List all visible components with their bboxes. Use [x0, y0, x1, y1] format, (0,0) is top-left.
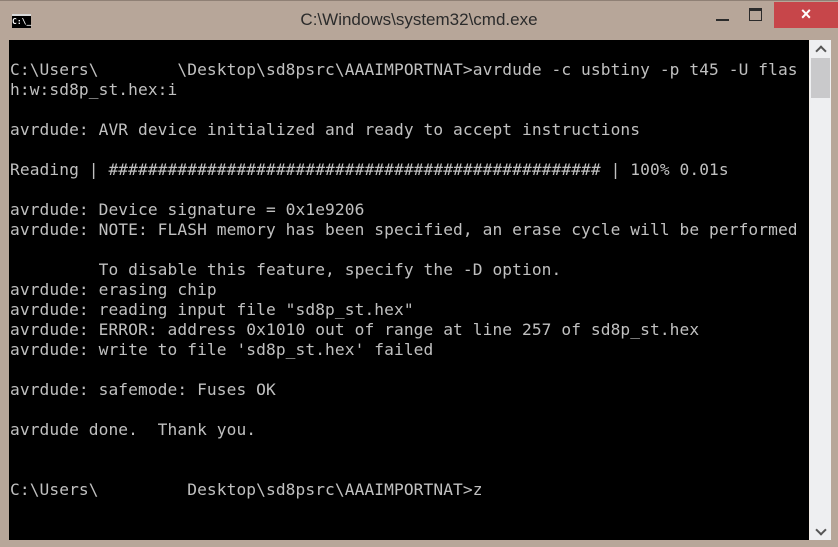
console-line: To disable this feature, specify the -D …	[10, 260, 562, 279]
scroll-down-button[interactable]	[810, 523, 831, 540]
minimize-button[interactable]	[708, 2, 736, 28]
console-line: avrdude: safemode: Fuses OK	[10, 380, 276, 399]
console-line: avrdude: Device signature = 0x1e9206	[10, 200, 365, 219]
title-bar[interactable]: C:\_ C:\Windows\system32\cmd.exe ×	[0, 0, 838, 40]
console-line: avrdude: NOTE: FLASH memory has been spe…	[10, 220, 798, 239]
chevron-down-icon	[814, 523, 827, 536]
maximize-icon	[748, 7, 762, 21]
scroll-up-button[interactable]	[810, 40, 831, 57]
console-line: avrdude: erasing chip	[10, 280, 217, 299]
console-line: avrdude: ERROR: address 0x1010 out of ra…	[10, 320, 700, 339]
console-line: avrdude done. Thank you.	[10, 420, 257, 439]
chevron-up-icon	[814, 44, 827, 57]
console-line: h:w:sd8p_st.hex:i	[10, 80, 178, 99]
scroll-thumb[interactable]	[811, 58, 830, 98]
close-button[interactable]: ×	[774, 2, 838, 28]
console-line: avrdude: AVR device initialized and read…	[10, 120, 641, 139]
console-line: avrdude: reading input file "sd8p_st.hex…	[10, 300, 414, 319]
console-text: C:\Users\ \Desktop\sd8psrc\AAAIMPORTNAT>…	[10, 60, 798, 500]
minimize-icon	[715, 19, 729, 21]
console-line: avrdude: write to file 'sd8p_st.hex' fai…	[10, 340, 434, 359]
close-icon: ×	[800, 3, 812, 24]
console-output[interactable]: C:\Users\ \Desktop\sd8psrc\AAAIMPORTNAT>…	[9, 40, 809, 540]
console-line: Reading | ##############################…	[10, 160, 729, 179]
vertical-scrollbar[interactable]	[809, 40, 831, 540]
console-line: C:\Users\ \Desktop\sd8psrc\AAAIMPORTNAT>…	[10, 60, 798, 79]
maximize-button[interactable]	[738, 2, 772, 28]
console-line: C:\Users\ Desktop\sd8psrc\AAAIMPORTNAT>z	[10, 480, 483, 499]
